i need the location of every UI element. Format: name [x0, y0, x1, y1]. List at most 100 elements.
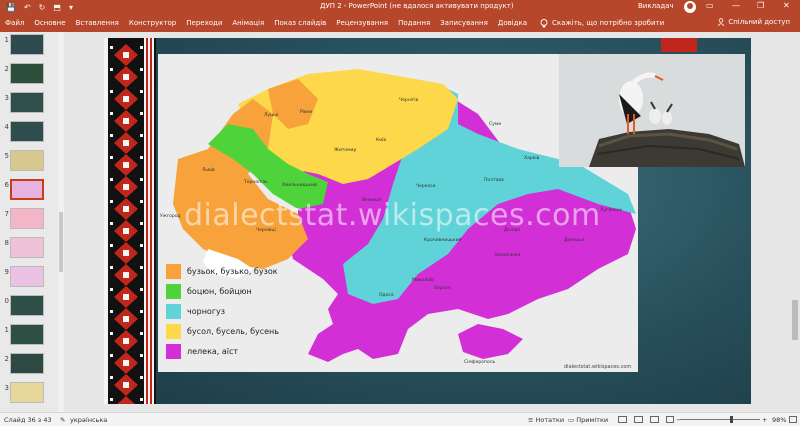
ornament-dot	[110, 90, 113, 93]
slide-thumbnail[interactable]	[10, 353, 44, 374]
avatar[interactable]	[684, 1, 696, 13]
tab-transitions[interactable]: Переходи	[181, 19, 227, 27]
ornament-dot	[110, 200, 113, 203]
city-label: Київ	[376, 138, 387, 143]
language-label[interactable]: українська	[70, 416, 107, 424]
customize-qat-icon[interactable]: ▾	[69, 3, 73, 12]
legend-entry: чорногуз	[166, 304, 225, 319]
notes-label: Нотатки	[535, 416, 565, 424]
present-icon[interactable]: ⬒	[53, 3, 61, 12]
legend-entry: лелека, аїст	[166, 344, 238, 359]
thumbnail-number: 2	[4, 65, 9, 73]
zoom-in-button[interactable]: +	[762, 416, 767, 424]
slide-thumbnail[interactable]	[10, 179, 44, 200]
ornament-center	[123, 272, 129, 278]
thumbnail-number: 1	[4, 36, 9, 44]
red-accent-block	[661, 38, 697, 52]
redo-icon[interactable]: ↻	[39, 3, 46, 12]
ornament-center	[123, 294, 129, 300]
tab-insert[interactable]: Вставлення	[71, 19, 124, 27]
tab-help[interactable]: Довідка	[493, 19, 532, 27]
slide-thumbnail[interactable]	[10, 121, 44, 142]
slide-sorter-icon[interactable]	[634, 416, 643, 423]
slide-thumbnail[interactable]	[10, 150, 44, 171]
slide-thumbnail[interactable]	[10, 208, 44, 229]
ribbon-display-icon[interactable]: ▭	[706, 1, 714, 10]
slideshow-view-icon[interactable]	[666, 416, 674, 423]
ornament-dot	[140, 68, 143, 71]
current-slide[interactable]: Луцьк Рівне Житомир Чернігів Київ Суми Х…	[104, 38, 751, 404]
tab-review[interactable]: Рецензування	[331, 19, 393, 27]
legend-label: бузьок, бузько, бузок	[187, 267, 278, 276]
slide-thumbnail[interactable]	[10, 237, 44, 258]
ornament-center	[123, 360, 129, 366]
ornament-dot	[110, 134, 113, 137]
lightbulb-icon	[540, 18, 548, 27]
ornament-dot	[140, 112, 143, 115]
city-label: Луганськ	[600, 208, 622, 213]
slide-thumbnail[interactable]	[10, 295, 44, 316]
slide-thumbnail[interactable]	[10, 324, 44, 345]
tab-slideshow[interactable]: Показ слайдів	[269, 19, 331, 27]
editor-scrollbar[interactable]	[792, 300, 798, 340]
thumbnail-number: 9	[4, 268, 9, 276]
close-button[interactable]: ✕	[783, 1, 790, 10]
folk-ornament	[104, 38, 156, 404]
reading-view-icon[interactable]	[650, 416, 659, 423]
thumbnail-number: 5	[4, 152, 9, 160]
tell-me-label: Скажіть, що потрібно зробити	[552, 19, 665, 27]
comment-icon: ▭	[568, 416, 577, 424]
ornament-dot	[110, 222, 113, 225]
tab-view[interactable]: Подання	[393, 19, 435, 27]
slide-thumbnail[interactable]	[10, 92, 44, 113]
ornament-dot	[140, 354, 143, 357]
stork-photo	[559, 54, 745, 167]
zoom-slider-knob[interactable]	[730, 416, 733, 423]
thumbnail-number: 4	[4, 123, 9, 131]
save-icon[interactable]: 💾	[6, 3, 16, 12]
ornament-dot	[110, 46, 113, 49]
zoom-slider[interactable]	[680, 419, 760, 420]
ornament-center	[123, 52, 129, 58]
slide-thumbnail[interactable]	[10, 34, 44, 55]
tab-recording[interactable]: Записування	[435, 19, 493, 27]
thumbnail-number: 1	[4, 326, 9, 334]
ornament-dot	[140, 266, 143, 269]
ornament-center	[123, 382, 129, 388]
city-label: Черкаси	[416, 184, 436, 189]
ornament-dot	[110, 112, 113, 115]
tab-file[interactable]: Файл	[0, 19, 29, 27]
watermark-text: dialectstat.wikispaces.com	[184, 198, 601, 233]
user-name[interactable]: Викладач	[638, 2, 674, 10]
slide-thumbnail[interactable]	[10, 63, 44, 84]
tell-me-box[interactable]: Скажіть, що потрібно зробити	[540, 18, 665, 28]
city-label: Одеса	[379, 293, 394, 298]
spellcheck-icon[interactable]: ✎	[60, 416, 65, 424]
slide-thumbnail[interactable]	[10, 266, 44, 287]
minimize-button[interactable]: —	[732, 1, 740, 10]
zoom-out-button[interactable]: −	[676, 416, 681, 424]
tab-home[interactable]: Основне	[29, 19, 70, 27]
share-button[interactable]: Спільний доступ	[717, 18, 790, 26]
comments-button[interactable]: ▭ Примітки	[568, 416, 608, 424]
undo-icon[interactable]: ↶	[24, 3, 31, 12]
city-label: Чернігів	[399, 98, 419, 103]
notes-button[interactable]: ≡ Нотатки	[528, 416, 564, 424]
tab-animations[interactable]: Анімація	[227, 19, 269, 27]
normal-view-icon[interactable]	[618, 416, 627, 423]
ornament-dot	[140, 376, 143, 379]
tab-design[interactable]: Конструктор	[124, 19, 181, 27]
fit-slide-icon[interactable]	[789, 416, 797, 423]
thumbnail-number: 8	[4, 239, 9, 247]
zoom-level[interactable]: 98%	[772, 416, 786, 424]
maximize-button[interactable]: ❐	[757, 1, 764, 10]
ornament-dot	[110, 332, 113, 335]
ornament-dot	[110, 376, 113, 379]
slide-thumbnail[interactable]	[10, 382, 44, 403]
city-label: Харків	[524, 156, 540, 161]
legend-swatch	[166, 324, 181, 339]
ornament-dot	[140, 156, 143, 159]
ornament-dot	[110, 156, 113, 159]
legend-label: лелека, аїст	[187, 347, 239, 356]
scroll-thumb[interactable]	[59, 212, 63, 272]
